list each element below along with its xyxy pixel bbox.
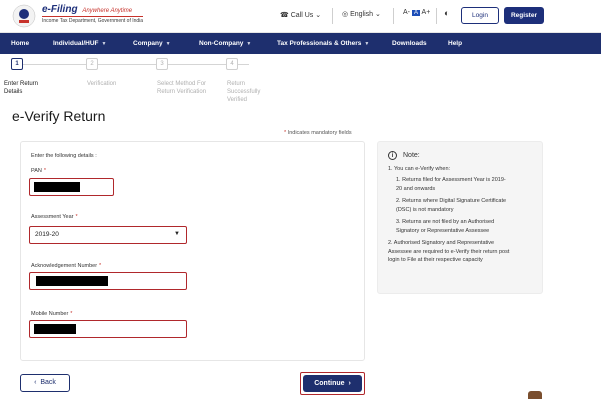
caret-down-icon: ▼ [174,231,180,237]
contrast-toggle-icon[interactable]: ◐ [444,8,449,18]
nav-item-company[interactable]: Company ▼ [133,40,171,47]
main-nav: Home Individual/HUF ▼ Company ▼ Non-Compan… [0,33,601,54]
divider [332,8,333,24]
nav-item-help[interactable]: Help [448,40,462,47]
step-2-label: Verification [87,81,117,87]
top-header: e-Filing Anywhere Anytime Income Tax Dep… [0,0,601,33]
redacted-value [36,276,108,286]
chevron-down-icon: ⌄ [374,11,381,18]
brand-tagline: Anywhere Anytime [82,8,133,14]
form-intro: Enter the following details : [31,153,97,159]
language-label: English [350,11,374,18]
divider [436,8,437,24]
language-selector[interactable]: ◎ English ⌄ [342,10,381,18]
pan-label: PAN * [31,168,47,174]
page-title: e-Verify Return [12,108,106,124]
back-button[interactable]: ‹ Back [20,374,70,392]
divider [393,8,394,24]
ack-number-label: Acknowledgement Number * [31,263,102,269]
chevron-down-icon: ▼ [364,41,370,47]
login-button[interactable]: Login [461,7,499,24]
assessment-year-label: Assessment Year * [31,214,78,220]
redacted-value [34,324,76,334]
info-icon: i [388,151,397,160]
step-1-indicator: 1 [11,58,23,70]
step-1-label: Enter Return Details [4,81,39,95]
assessment-year-value: 2019-20 [35,231,59,238]
chat-assistant-avatar[interactable] [528,391,542,399]
font-decrease-button[interactable]: A- [403,9,410,16]
note-intro: 1. You can e-Verify when: [388,166,451,172]
stepper-track [17,64,249,65]
chevron-down-icon: ▼ [101,41,107,47]
continue-button[interactable]: Continue › [303,375,362,392]
step-4-indicator: 4 [226,58,238,70]
note-point-3: 3. Returns are not filed by an Authorise… [396,219,495,234]
font-normal-button[interactable]: A [411,10,420,16]
nav-item-home[interactable]: Home [11,40,29,47]
call-us-label: Call Us [290,12,314,19]
step-2-indicator: 2 [86,58,98,70]
nav-item-individual-huf[interactable]: Individual/HUF ▼ [53,40,106,47]
chevron-down-icon: ▼ [165,41,171,47]
mobile-number-label: Mobile Number * [31,311,73,317]
font-increase-button[interactable]: A+ [422,9,431,16]
step-4-label: Return Successfully Verified [227,81,261,103]
globe-icon: ◎ [342,11,349,18]
pan-field[interactable] [29,178,114,196]
nav-item-downloads[interactable]: Downloads [392,40,427,47]
step-3-indicator: 3 [156,58,168,70]
note-point-2: 2. Returns where Digital Signature Certi… [396,198,507,213]
font-size-controls: A- A A+ [403,9,430,16]
note-point-4: 2. Authorised Signatory and Representati… [388,240,510,263]
brand-title: e-Filing Anywhere Anytime [42,4,143,15]
mobile-number-field[interactable] [29,320,187,338]
note-heading: i Note: [388,151,420,160]
redacted-value [34,182,80,192]
chevron-down-icon: ⌄ [315,12,322,19]
mandatory-note-text: Indicates mandatory fields [287,130,352,136]
brand[interactable]: e-Filing Anywhere Anytime Income Tax Dep… [42,4,144,24]
brand-subtitle: Income Tax Department, Government of Ind… [42,16,144,24]
chevron-left-icon: ‹ [34,379,37,386]
mandatory-note: * Indicates mandatory fields [284,130,352,136]
register-button[interactable]: Register [504,7,544,24]
ack-number-field[interactable] [29,272,187,290]
chevron-down-icon: ▼ [246,41,252,47]
note-point-1: 1. Returns filed for Assessment Year is … [396,177,506,192]
call-us-menu[interactable]: ☎ Call Us ⌄ [280,11,321,19]
nav-item-tax-professionals[interactable]: Tax Professionals & Others ▼ [277,40,369,47]
brand-name: e-Filing [42,4,78,15]
assessment-year-select[interactable]: 2019-20 ▼ [29,226,187,244]
phone-icon: ☎ [280,12,289,19]
chevron-right-icon: › [348,380,351,387]
step-3-label: Select Method For Return Verification [157,81,207,95]
emblem-logo-icon [12,4,36,28]
nav-item-non-company[interactable]: Non-Company ▼ [199,40,251,47]
